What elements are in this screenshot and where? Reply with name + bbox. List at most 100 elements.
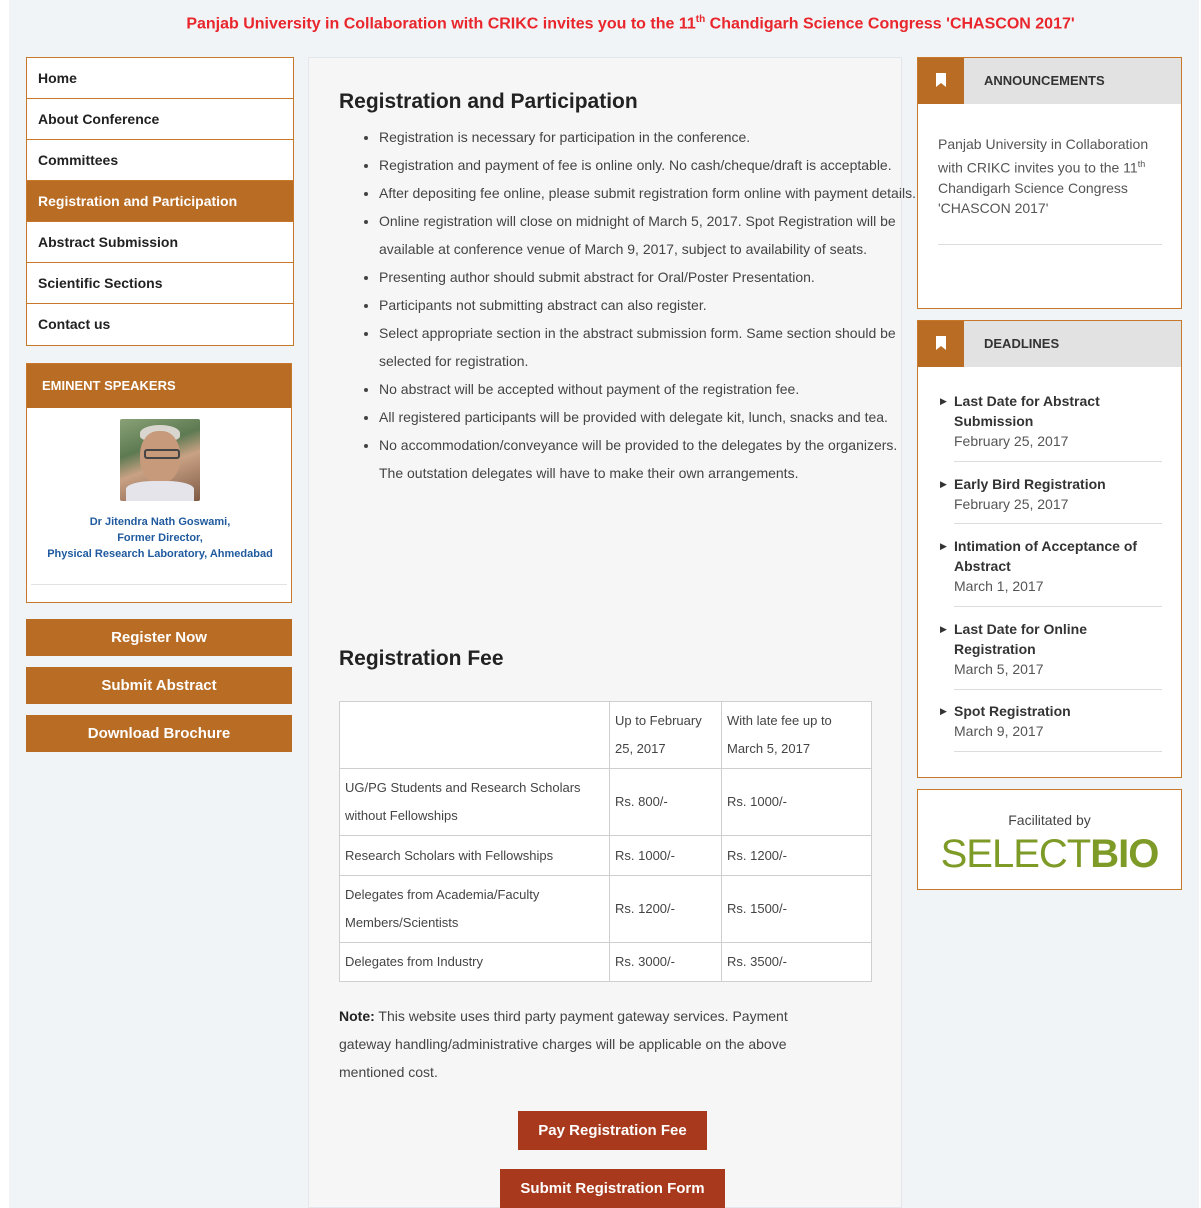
deadline-item: ▶ Last Date for Online Registration March… — [940, 619, 1162, 679]
deadlines-title: DEADLINES — [984, 336, 1060, 351]
announcement-text-end: Chandigarh Science Congress 'CHASCON 201… — [938, 179, 1128, 216]
deadline-title: Last Date for Abstract Submission — [954, 393, 1100, 429]
speakers-heading: EMINENT SPEAKERS — [27, 364, 291, 408]
register-now-button[interactable]: Register Now — [26, 619, 292, 656]
divider — [938, 244, 1162, 245]
caret-right-icon: ▶ — [940, 624, 947, 634]
table-cell: Rs. 1500/- — [721, 875, 872, 943]
table-cell: Research Scholars with Fellowships — [339, 835, 610, 876]
deadlines-panel: DEADLINES ▶ Last Date for Abstract Submis… — [917, 320, 1182, 778]
page-title: Registration and Participation — [339, 90, 638, 113]
logo-bold: BIO — [1090, 832, 1159, 876]
banner-text-end: Chandigarh Science Congress 'CHASCON 201… — [705, 15, 1075, 33]
banner-text: Panjab University in Collaboration with … — [186, 15, 696, 33]
banner-sup: th — [695, 14, 706, 25]
table-header: Up to February 25, 2017 — [609, 701, 722, 769]
table-header-row: Up to February 25, 2017 With late fee up… — [339, 701, 872, 769]
speaker-photo[interactable] — [120, 419, 200, 501]
list-item: All registered participants will be prov… — [379, 403, 919, 431]
table-cell: UG/PG Students and Research Scholars wit… — [339, 768, 610, 836]
deadline-date: February 25, 2017 — [954, 496, 1069, 512]
table-cell: Delegates from Academia/Faculty Members/… — [339, 875, 610, 943]
divider — [954, 461, 1162, 462]
table-cell: Rs. 1000/- — [609, 835, 722, 876]
submit-registration-form-button[interactable]: Submit Registration Form — [500, 1169, 725, 1208]
deadlines-header: DEADLINES — [918, 321, 1181, 367]
top-banner: Panjab University in Collaboration with … — [0, 14, 1201, 33]
table-row: Delegates from Academia/Faculty Members/… — [339, 875, 872, 943]
deadline-item: ▶ Intimation of Acceptance of Abstract Ma… — [940, 536, 1162, 596]
nav-item-about-conference[interactable]: About Conference — [27, 99, 293, 140]
divider — [954, 606, 1162, 607]
bookmark-icon — [918, 58, 964, 104]
table-row: Delegates from Industry Rs. 3000/- Rs. 3… — [339, 942, 872, 982]
facilitator-panel: Facilitated by SELECTBIO — [917, 789, 1182, 890]
list-item: Registration and payment of fee is onlin… — [379, 151, 919, 179]
deadline-date: March 5, 2017 — [954, 661, 1044, 677]
deadline-item: ▶ Early Bird Registration February 25, 20… — [940, 474, 1162, 514]
announcements-title: ANNOUNCEMENTS — [984, 73, 1105, 88]
nav-item-registration[interactable]: Registration and Participation — [27, 181, 293, 222]
selectbio-logo[interactable]: SELECTBIO — [918, 832, 1181, 877]
speaker-org[interactable]: Physical Research Laboratory, Ahmedabad — [27, 546, 293, 562]
divider — [954, 689, 1162, 690]
table-cell: Rs. 3500/- — [721, 942, 872, 982]
speaker-role[interactable]: Former Director, — [27, 530, 293, 546]
fee-title: Registration Fee — [339, 647, 504, 670]
requirements-list: Registration is necessary for participat… — [339, 123, 919, 487]
list-item: Presenting author should submit abstract… — [379, 263, 919, 291]
announcement-sup: th — [1137, 159, 1146, 169]
caret-right-icon: ▶ — [940, 479, 947, 489]
fee-table: Up to February 25, 2017 With late fee up… — [339, 701, 872, 982]
table-cell: Rs. 800/- — [609, 768, 722, 836]
table-cell: Rs. 3000/- — [609, 942, 722, 982]
table-header: With late fee up to March 5, 2017 — [721, 701, 872, 769]
speaker-name[interactable]: Dr Jitendra Nath Goswami, — [27, 514, 293, 530]
table-row: Research Scholars with Fellowships Rs. 1… — [339, 835, 872, 876]
nav-item-abstract-submission[interactable]: Abstract Submission — [27, 222, 293, 263]
deadline-item: ▶ Spot Registration March 9, 2017 — [940, 701, 1162, 741]
speaker-info[interactable]: Dr Jitendra Nath Goswami, Former Directo… — [27, 514, 293, 562]
table-cell: Rs. 1000/- — [721, 768, 872, 836]
table-row: UG/PG Students and Research Scholars wit… — [339, 768, 872, 836]
deadline-title: Early Bird Registration — [954, 476, 1106, 492]
bookmark-icon — [918, 321, 964, 367]
table-cell: Rs. 1200/- — [609, 875, 722, 943]
list-item: No abstract will be accepted without pay… — [379, 375, 919, 403]
main-content: Registration and Participation Registrat… — [308, 57, 916, 1208]
logo-light: SELECT — [940, 832, 1092, 876]
deadline-date: February 25, 2017 — [954, 433, 1069, 449]
download-brochure-button[interactable]: Download Brochure — [26, 715, 292, 752]
speakers-divider — [31, 584, 287, 585]
left-nav: Home About Conference Committees Registr… — [26, 57, 294, 346]
caret-right-icon: ▶ — [940, 706, 947, 716]
caret-right-icon: ▶ — [940, 541, 947, 551]
deadline-date: March 9, 2017 — [954, 723, 1044, 739]
table-header — [339, 701, 610, 769]
announcement-text-start: Panjab University in Collaboration with … — [938, 136, 1149, 176]
nav-item-contact[interactable]: Contact us — [27, 304, 293, 345]
facilitated-by-label: Facilitated by — [1008, 812, 1091, 828]
announcement-text: Panjab University in Collaboration with … — [938, 134, 1163, 218]
pay-registration-fee-button[interactable]: Pay Registration Fee — [518, 1111, 707, 1150]
submit-abstract-button[interactable]: Submit Abstract — [26, 667, 292, 704]
nav-item-committees[interactable]: Committees — [27, 140, 293, 181]
announcements-panel: ANNOUNCEMENTS Panjab University in Colla… — [917, 57, 1182, 309]
caret-right-icon: ▶ — [940, 396, 947, 406]
deadline-title: Intimation of Acceptance of Abstract — [954, 538, 1138, 574]
nav-item-scientific-sections[interactable]: Scientific Sections — [27, 263, 293, 304]
deadline-item: ▶ Last Date for Abstract Submission Febru… — [940, 391, 1162, 451]
table-cell: Rs. 1200/- — [721, 835, 872, 876]
divider — [954, 523, 1162, 524]
deadline-title: Last Date for Online Registration — [954, 621, 1088, 657]
table-cell: Delegates from Industry — [339, 942, 610, 982]
eminent-speakers-panel: EMINENT SPEAKERS Dr Jitendra Nath Goswam… — [26, 363, 292, 603]
list-item: Select appropriate section in the abstra… — [379, 319, 919, 375]
list-item: Registration is necessary for participat… — [379, 123, 919, 151]
note-text: This website uses third party payment ga… — [339, 1008, 788, 1080]
nav-item-home[interactable]: Home — [27, 58, 293, 99]
announcements-header: ANNOUNCEMENTS — [918, 58, 1181, 104]
divider — [954, 751, 1162, 752]
list-item: Online registration will close on midnig… — [379, 207, 919, 263]
note-label: Note: — [339, 1008, 375, 1024]
